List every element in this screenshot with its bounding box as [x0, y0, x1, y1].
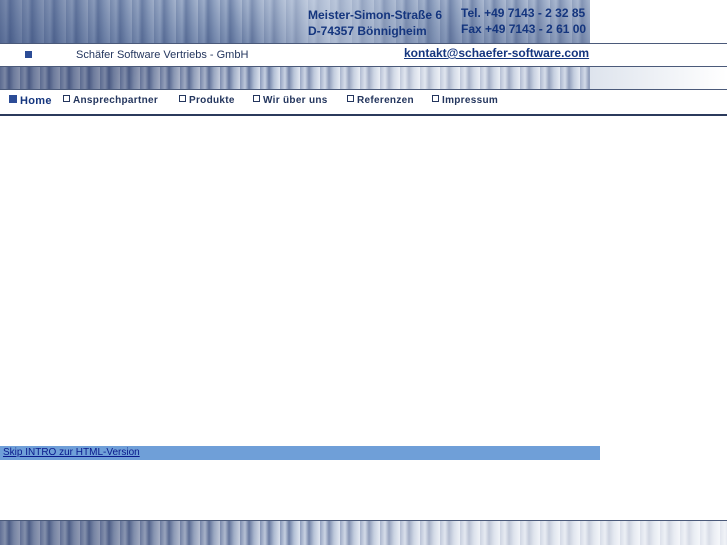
checkbox-bullet-icon: [432, 95, 439, 102]
contact-numbers: Tel. +49 7143 - 2 32 85 Fax +49 7143 - 2…: [461, 5, 586, 37]
nav-item-label: Impressum: [442, 95, 499, 106]
nav-item-label: Produkte: [189, 95, 235, 106]
main-nav: Home Ansprechpartner Produkte Wir über u…: [0, 90, 727, 114]
checkbox-bullet-icon: [253, 95, 260, 102]
fax-number: Fax +49 7143 - 2 61 00: [461, 22, 587, 36]
skip-intro-bar: Skip INTRO zur HTML-Version: [0, 446, 600, 460]
checkbox-bullet-icon: [179, 95, 186, 102]
nav-item-impressum[interactable]: Impressum: [432, 95, 498, 106]
page: Meister-Simon-Straße 6 D-74357 Bönnighei…: [0, 0, 727, 545]
checkbox-bullet-icon: [347, 95, 354, 102]
divider: [0, 114, 727, 116]
nav-item-label: Ansprechpartner: [73, 95, 159, 106]
nav-item-produkte[interactable]: Produkte: [179, 95, 235, 106]
footer-image-strip: [0, 521, 727, 545]
nav-item-label: Home: [20, 95, 52, 107]
phone-number: Tel. +49 7143 - 2 32 85: [461, 6, 586, 20]
decorative-image-strip: [0, 67, 590, 89]
nav-item-home[interactable]: Home: [9, 95, 52, 107]
nav-item-label: Referenzen: [357, 95, 414, 106]
skip-intro-link[interactable]: Skip INTRO zur HTML-Version: [3, 447, 140, 458]
nav-item-label: Wir über uns: [263, 95, 328, 106]
decorative-fade: [590, 67, 727, 89]
company-row: Schäfer Software Vertriebs - GmbH kontak…: [0, 44, 727, 66]
nav-item-referenzen[interactable]: Referenzen: [347, 95, 414, 106]
square-bullet-icon: [9, 95, 17, 103]
address-city: D-74357 Bönnigheim: [308, 24, 427, 38]
address-street: Meister-Simon-Straße 6: [308, 8, 443, 22]
company-name: Schäfer Software Vertriebs - GmbH: [76, 49, 249, 61]
email-link[interactable]: kontakt@schaefer-software.com: [404, 46, 589, 60]
nav-item-ansprechpartner[interactable]: Ansprechpartner: [63, 95, 158, 106]
square-bullet-icon: [25, 51, 32, 58]
address-block: Meister-Simon-Straße 6 D-74357 Bönnighei…: [308, 7, 442, 39]
checkbox-bullet-icon: [63, 95, 70, 102]
nav-item-wir-ueber-uns[interactable]: Wir über uns: [253, 95, 328, 106]
